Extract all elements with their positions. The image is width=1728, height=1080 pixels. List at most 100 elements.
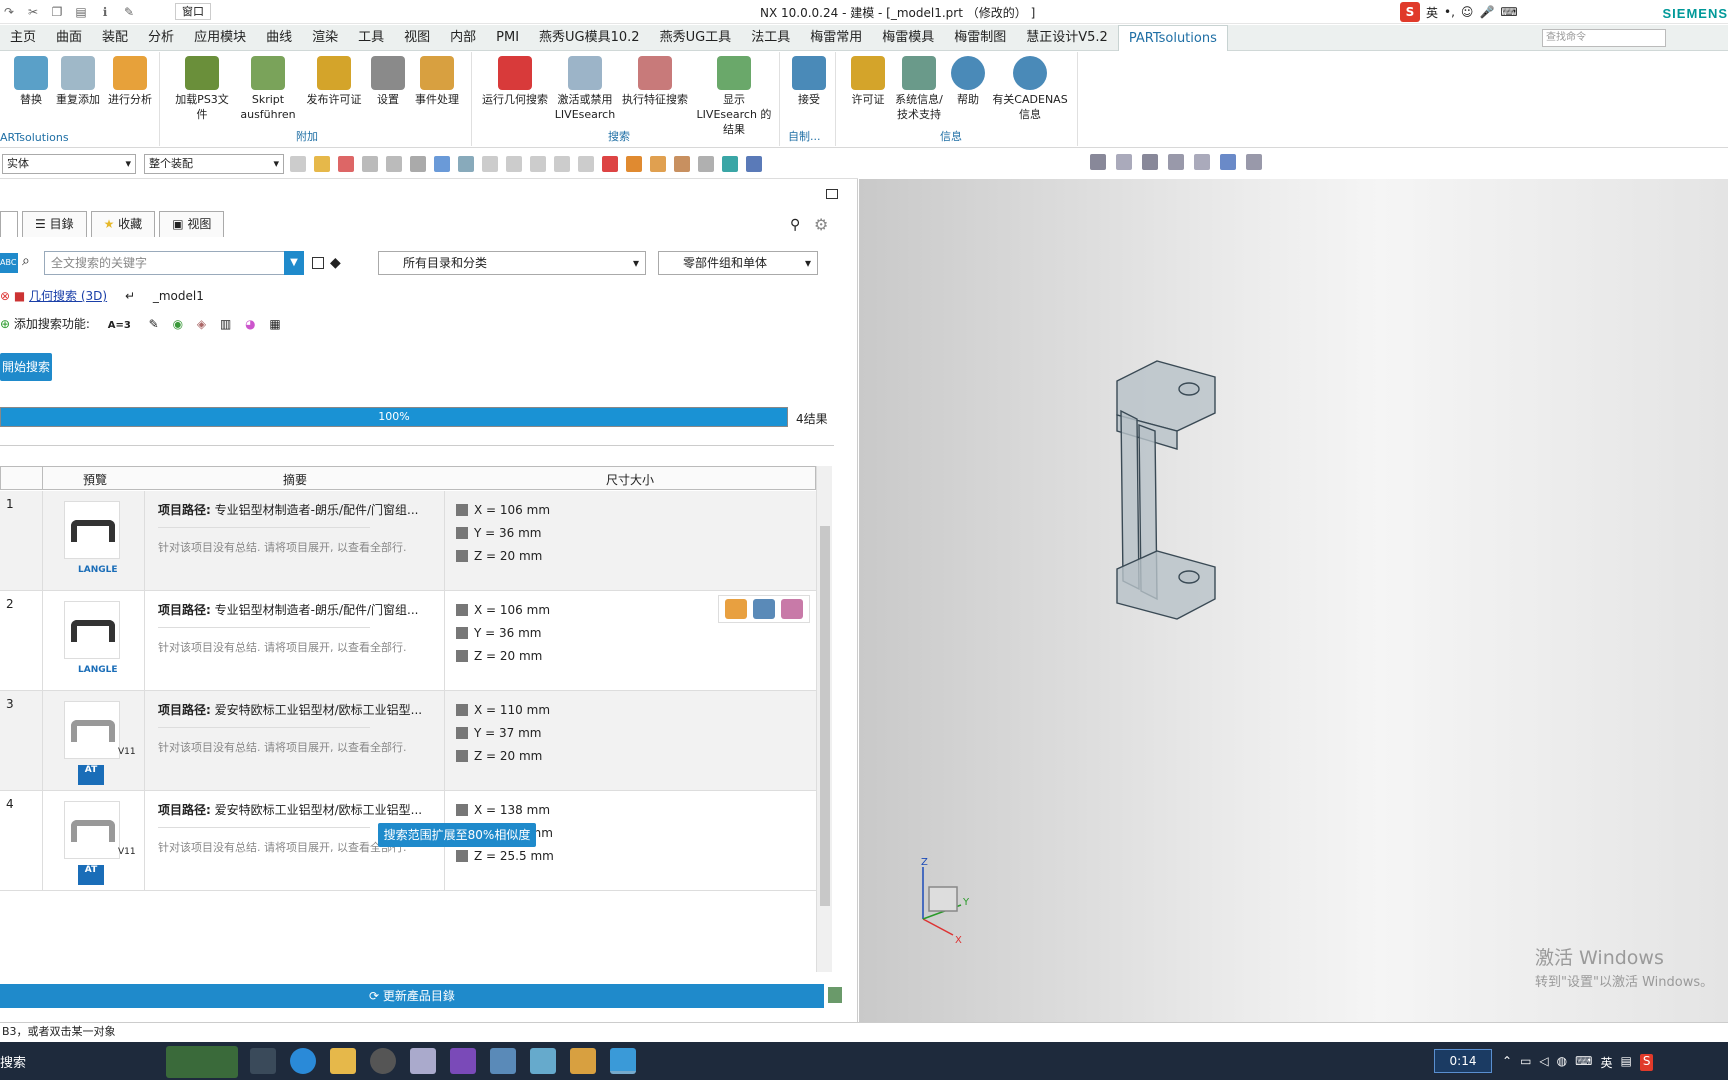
color-search-icon[interactable]: ◕ <box>245 317 255 331</box>
sketch-search-icon[interactable]: ▦ <box>269 317 280 331</box>
text-search-icon[interactable]: ✎ <box>149 317 159 331</box>
sheet-icon[interactable] <box>698 156 714 172</box>
license-button[interactable]: 许可证 <box>848 56 888 107</box>
tab-surface[interactable]: 曲面 <box>46 25 92 51</box>
scope-filter-select[interactable]: 整个装配 <box>144 154 284 174</box>
crosshair-icon[interactable] <box>578 156 594 172</box>
redo-icon[interactable]: ↷ <box>0 3 18 21</box>
repeat-add-button[interactable]: 重复添加 <box>54 56 102 107</box>
cut-icon[interactable]: ✂ <box>24 3 42 21</box>
sogou-tray-icon[interactable]: S <box>1639 1054 1654 1071</box>
accept-button[interactable]: 接受 <box>790 56 828 107</box>
tab-catalog[interactable]: ☰ 目錄 <box>22 211 87 237</box>
filter-icon[interactable] <box>290 156 306 172</box>
tab-view[interactable]: 视图 <box>394 25 440 51</box>
datum-icon[interactable] <box>746 156 762 172</box>
update-catalog-button[interactable]: ⟳ 更新產品目錄 <box>0 984 824 1008</box>
search-history-dropdown[interactable]: ▼ <box>284 251 304 275</box>
punct-icon[interactable]: •, <box>1444 5 1455 19</box>
tab-analysis[interactable]: 分析 <box>138 25 184 51</box>
ime-icon[interactable]: ⌨ <box>1575 1054 1592 1071</box>
results-scrollbar[interactable] <box>816 466 832 972</box>
tab-view[interactable]: ▣ 视图 <box>159 211 225 237</box>
add-to-assembly-icon[interactable] <box>753 599 775 619</box>
fit-icon[interactable] <box>1090 154 1106 170</box>
tab-internal[interactable]: 内部 <box>440 25 486 51</box>
nx-icon[interactable] <box>530 1048 556 1074</box>
db-search-icon[interactable]: ◉ <box>173 317 183 331</box>
category-dropdown[interactable]: 所有目录和分类 <box>378 251 646 275</box>
arc-icon[interactable] <box>506 156 522 172</box>
curve-icon[interactable] <box>722 156 738 172</box>
mic-icon[interactable]: 🎤 <box>1479 5 1494 19</box>
select-icon[interactable] <box>314 156 330 172</box>
col-summary[interactable]: 摘要 <box>145 471 445 488</box>
paste-icon[interactable]: ▤ <box>72 3 90 21</box>
tab-search[interactable] <box>0 211 18 237</box>
tab-huizheng[interactable]: 慧正设计V5.2 <box>1016 25 1118 51</box>
visual-studio-icon[interactable] <box>450 1048 476 1074</box>
type-filter-select[interactable]: 实体 <box>2 154 136 174</box>
obs-icon[interactable] <box>370 1048 396 1074</box>
face-icon[interactable] <box>626 156 642 172</box>
globe-icon[interactable]: ◍ <box>1557 1054 1567 1071</box>
sogou-icon[interactable]: S <box>1400 2 1420 22</box>
command-search-input[interactable]: 查找命令 <box>1542 29 1666 47</box>
gear-icon[interactable]: ⚙ <box>814 215 828 234</box>
show-livesearch-results-button[interactable]: 显示LIVEsearch 的结果 <box>694 56 774 137</box>
view-cube-icon[interactable] <box>1220 154 1236 170</box>
col-preview[interactable]: 預覽 <box>45 471 145 488</box>
help-button[interactable]: 帮助 <box>950 56 986 107</box>
snap-icon[interactable] <box>362 156 378 172</box>
tab-favorites[interactable]: ★ 收藏 <box>90 211 156 237</box>
formula-search-button[interactable]: A=3 <box>108 320 131 331</box>
orient-icon[interactable] <box>1168 154 1184 170</box>
search-icon[interactable]: ⌕ <box>22 253 40 273</box>
section-icon[interactable] <box>1246 154 1262 170</box>
part-search-icon[interactable]: ◈ <box>197 317 206 331</box>
zoom-icon[interactable] <box>1116 154 1132 170</box>
point-icon[interactable] <box>530 156 546 172</box>
table-row[interactable]: 2 LANGLE 项目路径: 专业铝型材制造者-朗乐/配件/门窗组... 针对该… <box>0 591 816 691</box>
volume-icon[interactable]: ◁ <box>1539 1054 1548 1071</box>
edge-icon[interactable] <box>290 1048 316 1074</box>
pin-icon[interactable]: ⚲ <box>790 217 800 233</box>
toggle-livesearch-button[interactable]: 激活或禁用 LIVEsearch <box>554 56 616 122</box>
tab-meilei-common[interactable]: 梅雷常用 <box>800 25 872 51</box>
tab-yanxiu-mold[interactable]: 燕秀UG模具10.2 <box>529 25 650 51</box>
layers-icon[interactable]: ◆ <box>330 255 341 271</box>
tab-yanxiu-tools[interactable]: 燕秀UG工具 <box>650 25 742 51</box>
box-select-icon[interactable] <box>410 156 426 172</box>
remote-desktop-icon[interactable] <box>490 1048 516 1074</box>
tab-application[interactable]: 应用模块 <box>184 25 256 51</box>
help-tool-icon[interactable] <box>570 1048 596 1074</box>
component-icon[interactable] <box>458 156 474 172</box>
tab-curve[interactable]: 曲线 <box>256 25 302 51</box>
run-analysis-button[interactable]: 进行分析 <box>106 56 154 107</box>
export-icon[interactable] <box>828 987 842 1003</box>
event-handling-button[interactable]: 事件处理 <box>412 56 462 107</box>
file-explorer-icon[interactable] <box>330 1048 356 1074</box>
recording-timer[interactable]: 0:14 <box>1434 1049 1492 1073</box>
keyboard-icon[interactable]: ⌨ <box>1500 5 1517 19</box>
table-search-icon[interactable]: ▥ <box>220 317 231 331</box>
task-view-icon[interactable] <box>250 1048 276 1074</box>
graphics-viewport[interactable]: Z X Y 激活 Windows 转到"设置"以激活 Windows。 <box>859 179 1728 1022</box>
scrollbar-thumb[interactable] <box>820 526 830 906</box>
copy-part-icon[interactable] <box>781 599 803 619</box>
notification-icon[interactable]: ▤ <box>1620 1054 1631 1071</box>
col-size[interactable]: 尺寸大小 <box>445 471 815 488</box>
render-style-icon[interactable] <box>1194 154 1210 170</box>
feature-icon[interactable] <box>674 156 690 172</box>
network-icon[interactable]: ▭ <box>1520 1054 1531 1071</box>
feature-search-button[interactable]: 执行特征搜索 <box>620 56 690 107</box>
start-search-button[interactable]: 開始搜索 <box>0 353 52 381</box>
notepad-icon[interactable] <box>410 1048 436 1074</box>
preview-thumbnail[interactable] <box>64 801 120 859</box>
ime-lang[interactable]: 英 <box>1426 4 1438 21</box>
settings-button[interactable]: 设置 <box>370 56 406 107</box>
select-all-icon[interactable] <box>338 156 354 172</box>
open-folder-icon[interactable] <box>725 599 747 619</box>
snap2-icon[interactable] <box>386 156 402 172</box>
tab-pmi[interactable]: PMI <box>486 25 529 51</box>
